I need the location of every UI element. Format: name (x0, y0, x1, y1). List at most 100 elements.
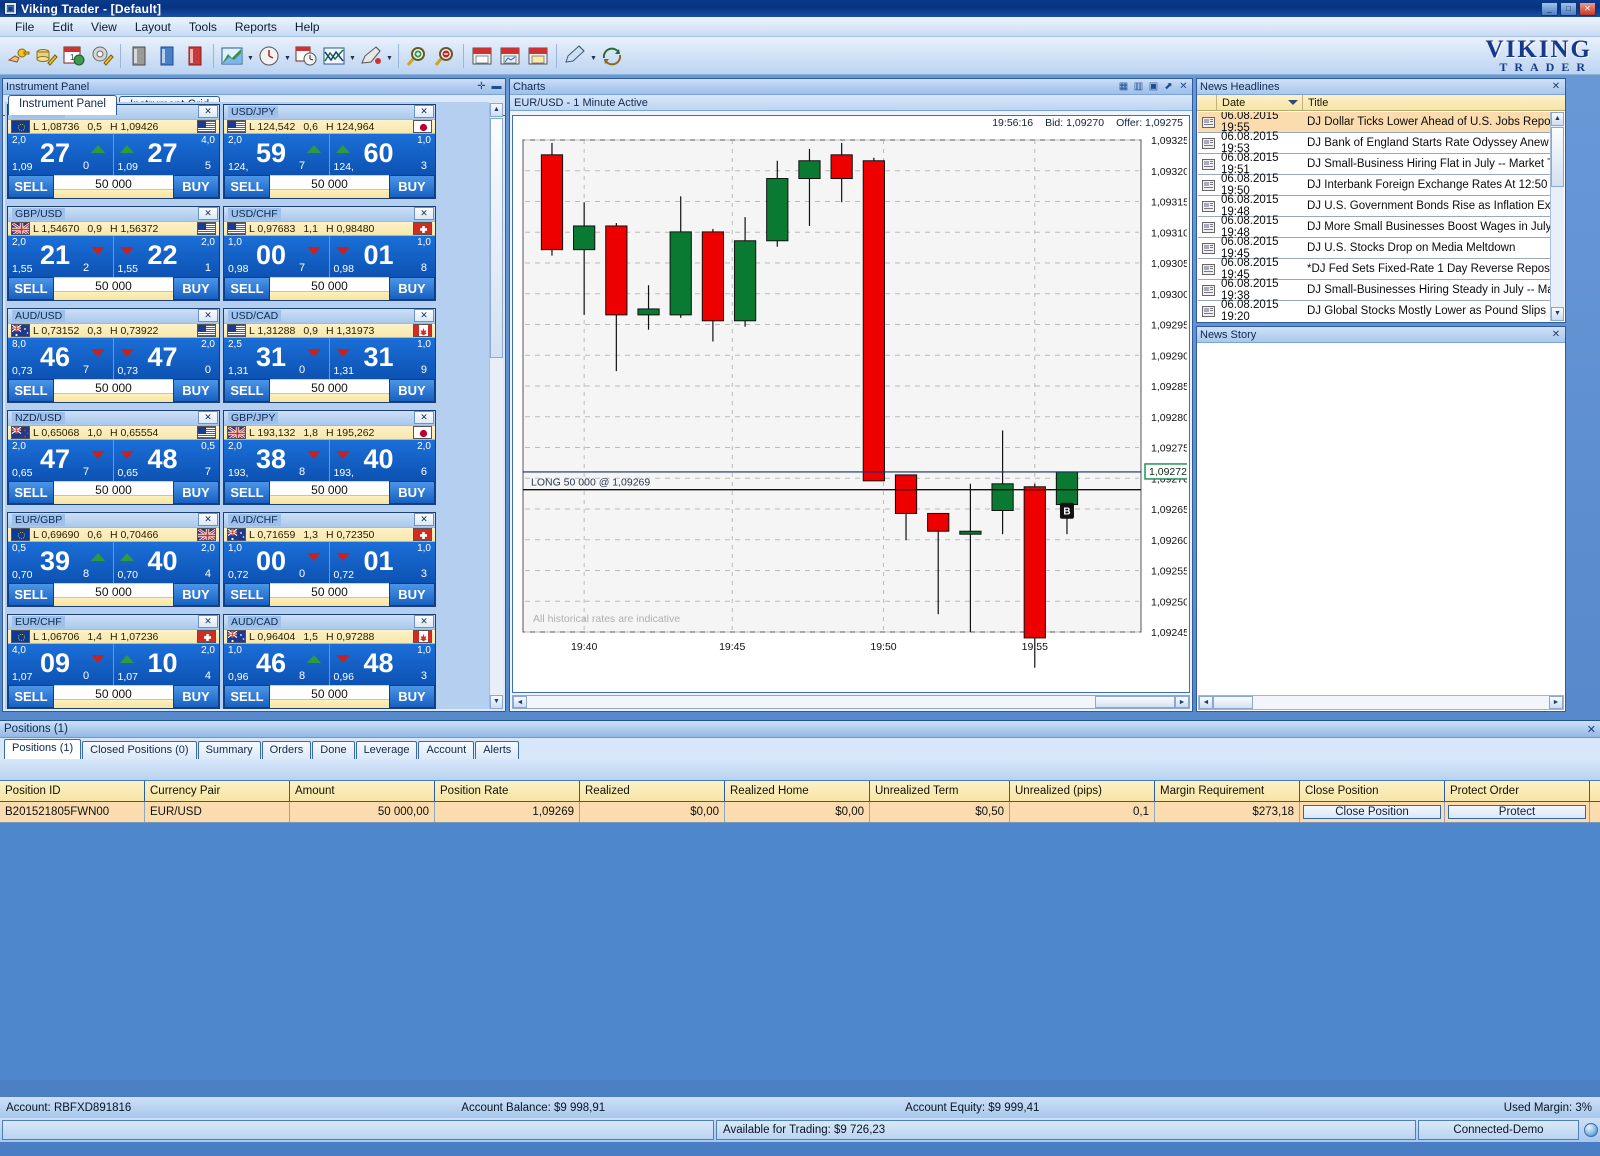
bar-layout-icon[interactable]: ▥ (1133, 81, 1144, 92)
menu-layout[interactable]: Layout (126, 18, 180, 36)
sell-button[interactable]: SELL (8, 277, 54, 300)
clock-icon[interactable] (256, 43, 282, 69)
restore-icon[interactable]: ⬈ (1163, 81, 1174, 92)
maximize-button[interactable]: □ (1560, 1, 1577, 16)
instrument-tile[interactable]: GBP/JPY ✕ L 193,132 1,8 H 195,262 2,0 193, 38 8 2… (223, 410, 436, 505)
save-chart-icon[interactable] (497, 43, 523, 69)
scroll-down-button[interactable]: ▼ (490, 695, 503, 709)
menu-reports[interactable]: Reports (226, 18, 286, 36)
tile-bid-quote[interactable]: 2,0 1,09 27 0 (8, 134, 114, 175)
tile-ask-quote[interactable]: 4,0 1,09 27 5 (114, 134, 220, 175)
buy-button[interactable]: BUY (389, 175, 435, 198)
positions-column-header[interactable]: Realized (580, 781, 725, 801)
tile-close-button[interactable]: ✕ (414, 207, 434, 220)
chevron-down-icon-3[interactable]: ▼ (348, 43, 357, 69)
buy-button[interactable]: BUY (389, 685, 435, 708)
story-scroll-left[interactable]: ◄ (1199, 696, 1213, 709)
chart-canvas-area[interactable]: 19:56:16 Bid: 1,09270 Offer: 1,09275 1,0… (512, 115, 1198, 693)
zoom-out-icon[interactable] (432, 43, 458, 69)
gear-pencil-icon[interactable] (89, 43, 115, 69)
news-col-title[interactable]: Title (1303, 97, 1565, 109)
instrument-tile[interactable]: AUD/CHF ✕ L 0,71659 1,3 H 0,72350 1,0 0,72 00 0 1… (223, 512, 436, 607)
news-scrollbar[interactable]: ▲ ▼ (1550, 112, 1564, 321)
instrument-tile[interactable]: GBP/USD ✕ L 1,54670 0,9 H 1,56372 2,0 1,55 21 2 2… (7, 206, 220, 301)
tile-ask-quote[interactable]: 1,0 0,98 01 8 (330, 236, 436, 277)
chart-scroll-right[interactable]: ► (1175, 696, 1189, 708)
positions-tab-done[interactable]: Done (312, 741, 355, 759)
tile-bid-quote[interactable]: 1,0 0,98 00 7 (224, 236, 330, 277)
tile-ask-quote[interactable]: 1,0 0,72 01 3 (330, 542, 436, 583)
menu-view[interactable]: View (82, 18, 126, 36)
news-row[interactable]: 06.08.2015 19:50 DJ Interbank Foreign Exc… (1198, 173, 1550, 197)
amount-field[interactable]: 50 000 (270, 379, 389, 402)
charts-close-icon[interactable]: ✕ (1178, 81, 1189, 92)
amount-field[interactable]: 50 000 (54, 379, 173, 402)
instrument-tile[interactable]: AUD/CAD ✕ L 0,96404 1,5 H 0,97288 1,0 0,96 46 8 1… (223, 614, 436, 709)
tile-ask-quote[interactable]: 0,5 0,65 48 7 (114, 440, 220, 481)
instrument-tile[interactable]: USD/CHF ✕ L 0,97683 1,1 H 0,98480 1,0 0,98 00 7 1… (223, 206, 436, 301)
amount-field[interactable]: 50 000 (270, 583, 389, 606)
instrument-panel-scrollbar[interactable]: ▲ ▼ (489, 103, 503, 709)
minimize-panel-icon[interactable]: ▬ (491, 81, 502, 92)
tile-bid-quote[interactable]: 2,0 0,65 47 7 (8, 440, 114, 481)
amount-field[interactable]: 50 000 (270, 175, 389, 198)
sell-button[interactable]: SELL (224, 685, 270, 708)
edit-note-icon[interactable] (562, 43, 588, 69)
minimize-button[interactable]: _ (1541, 1, 1558, 16)
close-position-button[interactable]: Close Position (1303, 805, 1441, 819)
buy-button[interactable]: BUY (389, 583, 435, 606)
sell-button[interactable]: SELL (224, 175, 270, 198)
tile-close-button[interactable]: ✕ (198, 615, 218, 628)
instrument-tile[interactable]: EUR/GBP ✕ L 0,69690 0,6 H 0,70466 0,5 0,70 39 8 2… (7, 512, 220, 607)
menu-edit[interactable]: Edit (43, 18, 82, 36)
positions-tab-leverage[interactable]: Leverage (355, 741, 418, 759)
folder-blue-icon[interactable] (154, 43, 180, 69)
news-row[interactable]: 06.08.2015 19:45 *DJ Fed Sets Fixed-Rate … (1198, 257, 1550, 281)
calendar-globe-icon[interactable]: 1 (61, 43, 87, 69)
news-row[interactable]: 06.08.2015 19:55 DJ Dollar Ticks Lower Ah… (1198, 112, 1550, 134)
sell-button[interactable]: SELL (8, 481, 54, 504)
positions-tab-closed-positions-0[interactable]: Closed Positions (0) (82, 741, 197, 759)
positions-tab-summary[interactable]: Summary (197, 741, 261, 759)
story-scroll-thumb[interactable] (1213, 696, 1253, 709)
menu-file[interactable]: File (6, 18, 43, 36)
positions-column-header[interactable]: Amount (290, 781, 435, 801)
sell-button[interactable]: SELL (224, 481, 270, 504)
buy-button[interactable]: BUY (389, 481, 435, 504)
amount-field[interactable]: 50 000 (270, 277, 389, 300)
tile-close-button[interactable]: ✕ (414, 513, 434, 526)
positions-column-header[interactable]: Realized Home (725, 781, 870, 801)
sell-button[interactable]: SELL (8, 685, 54, 708)
positions-close-icon[interactable]: ✕ (1587, 723, 1596, 736)
buy-button[interactable]: BUY (389, 277, 435, 300)
amount-field[interactable]: 50 000 (54, 481, 173, 504)
tile-ask-quote[interactable]: 1,0 1,31 31 9 (330, 338, 436, 379)
sell-button[interactable]: SELL (8, 379, 54, 402)
buy-button[interactable]: BUY (173, 379, 219, 402)
instrument-tile[interactable]: EUR/CHF ✕ L 1,06706 1,4 H 1,07236 4,0 1,07 09 0 2… (7, 614, 220, 709)
sell-button[interactable]: SELL (224, 583, 270, 606)
tile-close-button[interactable]: ✕ (198, 411, 218, 424)
scroll-thumb[interactable] (490, 118, 503, 358)
story-scroll-right[interactable]: ► (1549, 696, 1563, 709)
chart-settings-icon[interactable]: ▣ (1148, 81, 1159, 92)
tile-close-button[interactable]: ✕ (414, 105, 434, 118)
tile-bid-quote[interactable]: 2,0 124, 59 7 (224, 134, 330, 175)
tile-ask-quote[interactable]: 1,0 0,96 48 3 (330, 644, 436, 685)
positions-column-header[interactable]: Currency Pair (145, 781, 290, 801)
positions-tab-account[interactable]: Account (418, 741, 475, 759)
amount-field[interactable]: 50 000 (54, 175, 173, 198)
positions-column-header[interactable]: Close Position (1300, 781, 1445, 801)
positions-column-header[interactable]: Protect Order (1445, 781, 1590, 801)
tile-close-button[interactable]: ✕ (414, 309, 434, 322)
buy-button[interactable]: BUY (173, 277, 219, 300)
positions-column-header[interactable]: Position Rate (435, 781, 580, 801)
sell-button[interactable]: SELL (8, 175, 54, 198)
zoom-in-icon[interactable] (404, 43, 430, 69)
tile-close-button[interactable]: ✕ (198, 207, 218, 220)
news-row[interactable]: 06.08.2015 19:48 DJ U.S. Government Bonds… (1198, 194, 1550, 218)
news-row[interactable]: 06.08.2015 19:48 DJ More Small Businesses… (1198, 215, 1550, 239)
chart-horizontal-scrollbar[interactable]: ◄ ► (512, 695, 1190, 709)
positions-tab-orders[interactable]: Orders (261, 741, 312, 759)
amount-field[interactable]: 50 000 (54, 277, 173, 300)
